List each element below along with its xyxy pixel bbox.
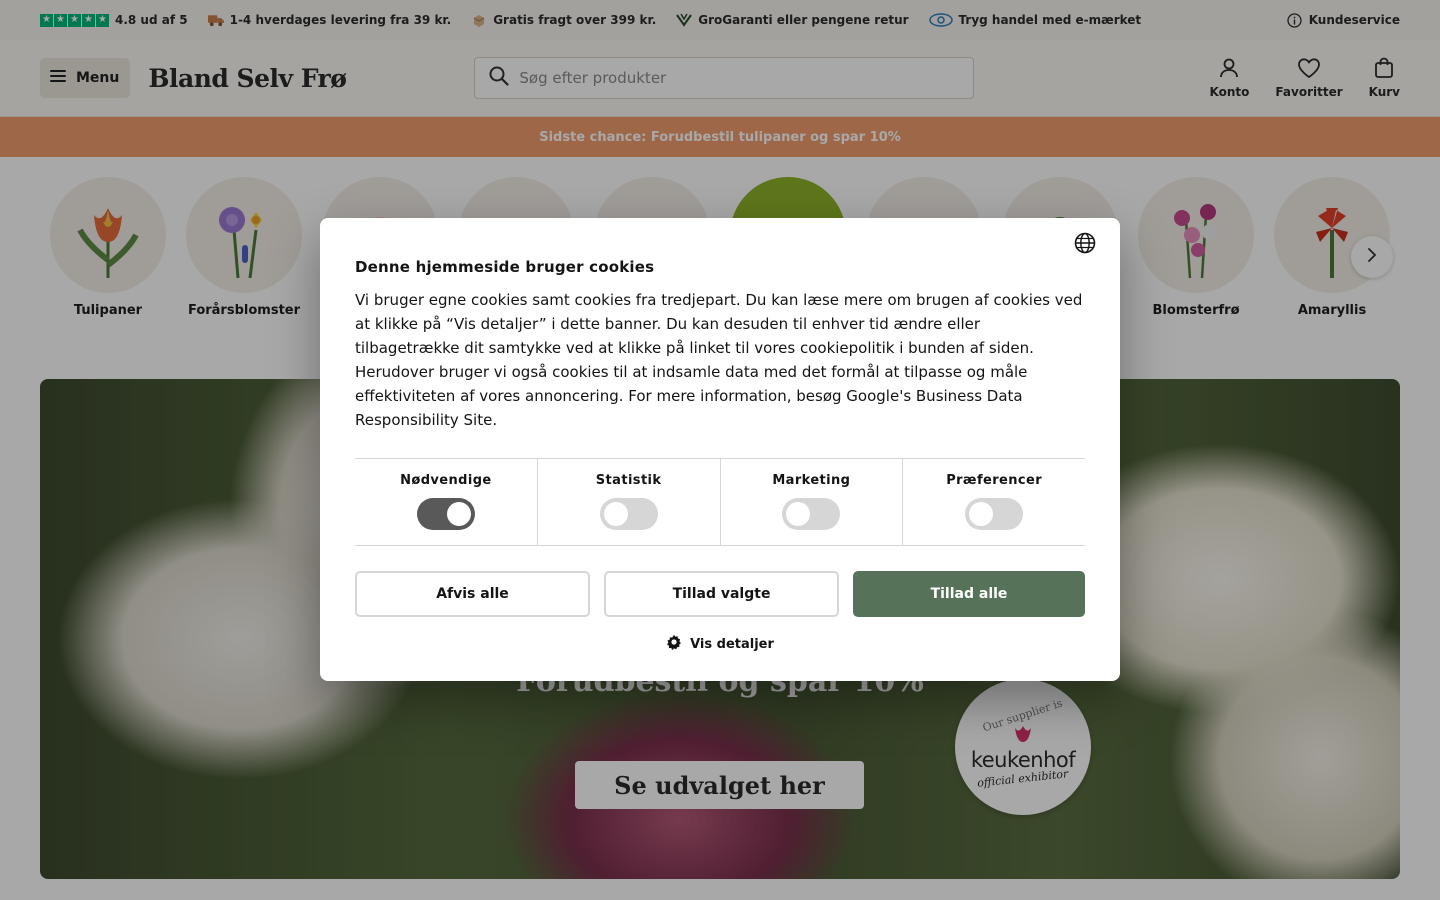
toggle-preferences: Præferencer	[903, 459, 1085, 545]
statistics-switch[interactable]	[599, 498, 658, 530]
dialog-title: Denne hjemmeside bruger cookies	[355, 258, 655, 276]
marketing-switch[interactable]	[782, 498, 841, 530]
consent-toggles: Nødvendige Statistik Marketing Præferenc…	[355, 458, 1085, 546]
show-details-link[interactable]: Vis detaljer	[355, 634, 1085, 654]
cookie-consent-dialog: Denne hjemmeside bruger cookies Vi bruge…	[320, 218, 1120, 681]
toggle-necessary: Nødvendige	[355, 459, 538, 545]
toggle-label: Præferencer	[946, 473, 1043, 488]
show-details-label: Vis detaljer	[690, 636, 774, 652]
globe-icon[interactable]	[1074, 232, 1096, 254]
dialog-body: Vi bruger egne cookies samt cookies fra …	[355, 288, 1085, 432]
toggle-label: Statistik	[595, 473, 662, 488]
allow-selected-button[interactable]: Tillad valgte	[604, 571, 839, 617]
necessary-switch	[416, 498, 475, 530]
dialog-paragraph: Vi bruger egne cookies samt cookies fra …	[355, 291, 1083, 357]
preferences-switch[interactable]	[965, 498, 1024, 530]
dialog-paragraph: Herudover bruger vi også cookies til at …	[355, 363, 1028, 429]
toggle-marketing: Marketing	[721, 459, 904, 545]
toggle-label: Marketing	[772, 473, 851, 488]
dialog-buttons: Afvis alle Tillad valgte Tillad alle	[355, 571, 1085, 617]
toggle-statistics: Statistik	[538, 459, 721, 545]
reject-all-button[interactable]: Afvis alle	[355, 571, 590, 617]
toggle-label: Nødvendige	[400, 473, 492, 488]
allow-all-button[interactable]: Tillad alle	[853, 571, 1085, 617]
gear-icon	[666, 634, 682, 654]
